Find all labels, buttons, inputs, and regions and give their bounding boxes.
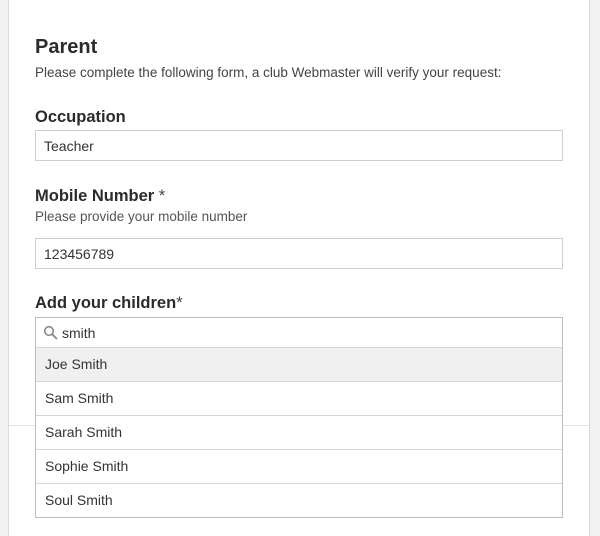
children-label: Add your children* — [35, 294, 183, 313]
occupation-input[interactable] — [35, 130, 563, 161]
mobile-help-text: Please provide your mobile number — [35, 209, 248, 224]
occupation-label-text: Occupation — [35, 108, 126, 126]
mobile-label-text: Mobile Number — [35, 187, 155, 205]
children-search-box[interactable] — [35, 317, 563, 348]
dropdown-option[interactable]: Sophie Smith — [36, 449, 562, 483]
required-marker: * — [176, 294, 183, 312]
required-marker: * — [154, 187, 166, 205]
dropdown-option[interactable]: Soul Smith — [36, 483, 562, 517]
mobile-label: Mobile Number * — [35, 187, 165, 206]
dropdown-option[interactable]: Sarah Smith — [36, 415, 562, 449]
form-panel: Parent Please complete the following for… — [8, 0, 590, 536]
dropdown-option[interactable]: Joe Smith — [36, 347, 562, 381]
children-search-input[interactable] — [62, 318, 552, 347]
search-icon — [43, 325, 58, 340]
children-dropdown-list: Joe Smith Sam Smith Sarah Smith Sophie Smit… — [35, 347, 563, 518]
occupation-label: Occupation — [35, 108, 126, 127]
mobile-number-input[interactable] — [35, 238, 563, 269]
dropdown-option[interactable]: Sam Smith — [36, 381, 562, 415]
section-description: Please complete the following form, a cl… — [35, 65, 502, 80]
children-label-text: Add your children — [35, 294, 177, 312]
section-title: Parent — [35, 36, 98, 58]
